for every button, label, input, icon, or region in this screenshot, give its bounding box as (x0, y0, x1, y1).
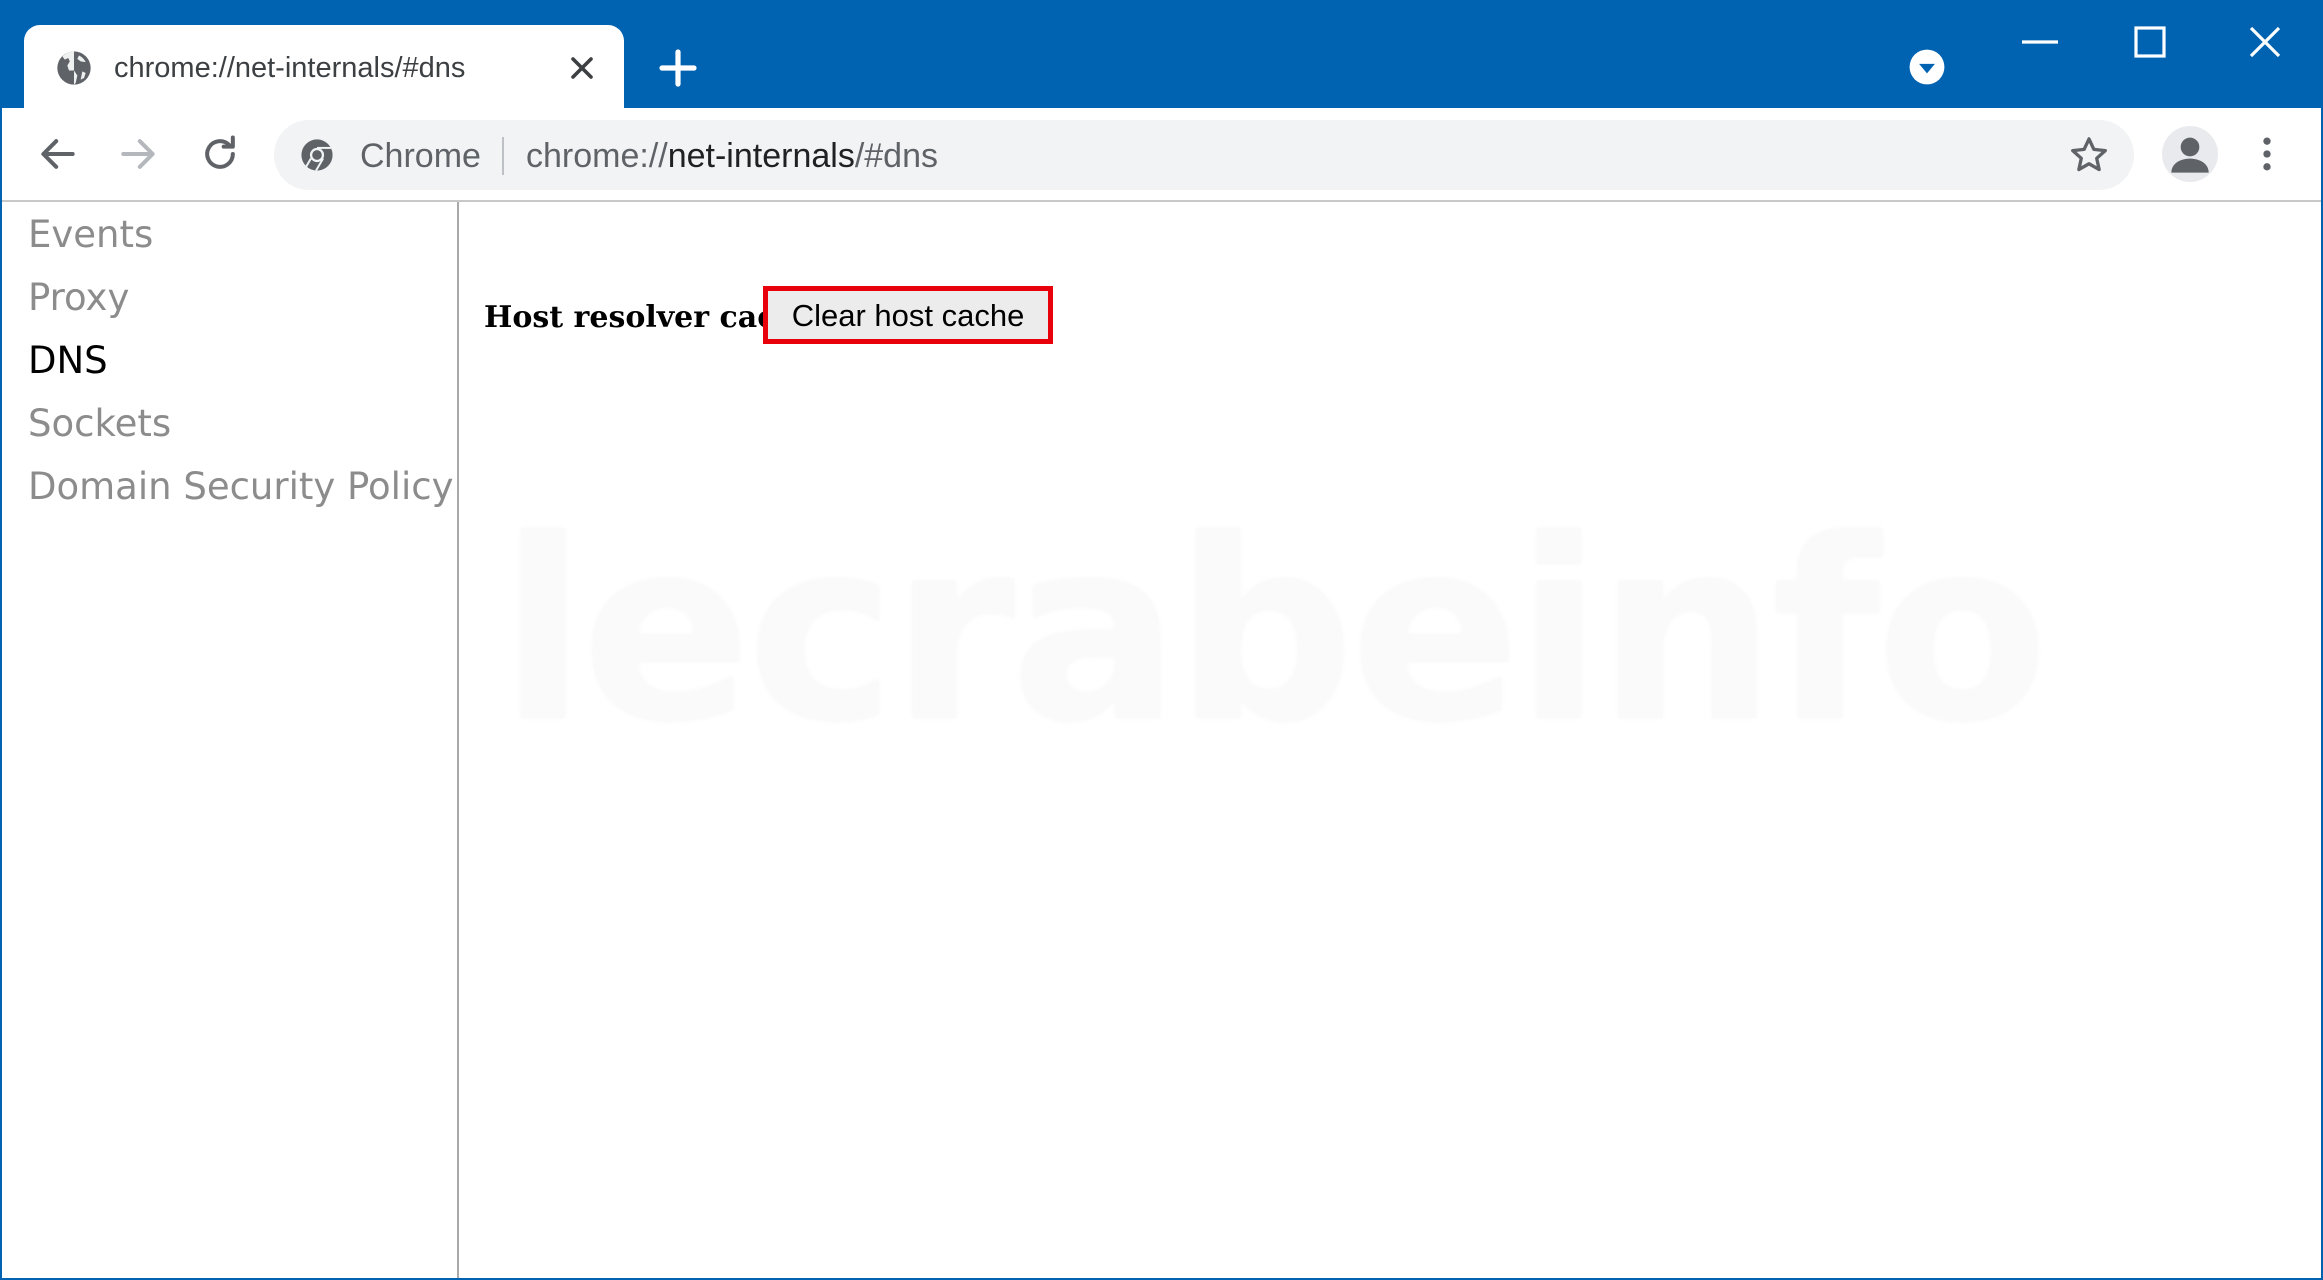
main-panel: lecrabeinfo Host resolver cache Clear ho… (460, 202, 2321, 1278)
page-content: Events Proxy DNS Sockets Domain Security… (2, 202, 2321, 1278)
close-tab-icon[interactable] (564, 50, 600, 86)
omnibox-separator (502, 137, 504, 175)
maximize-icon[interactable] (2120, 16, 2180, 68)
toolbar: Chrome chrome://net-internals/#dns (2, 108, 2321, 202)
chrome-logo-icon (301, 139, 333, 172)
new-tab-icon[interactable] (654, 44, 702, 92)
sidebar: Events Proxy DNS Sockets Domain Security… (2, 202, 459, 1278)
tab-title: chrome://net-internals/#dns (114, 52, 466, 84)
url-host: net-internals (667, 137, 855, 175)
sidebar-item-proxy[interactable]: Proxy (28, 275, 129, 321)
sidebar-item-dns[interactable]: DNS (28, 338, 108, 384)
bookmark-star-icon[interactable] (2068, 134, 2110, 176)
url-text[interactable]: chrome://net-internals/#dns (526, 136, 938, 176)
sidebar-item-events[interactable]: Events (28, 212, 153, 258)
tab-search-icon[interactable] (1908, 48, 1946, 86)
minimize-icon[interactable] (2010, 16, 2070, 68)
watermark: lecrabeinfo (500, 486, 2048, 777)
url-path: /#dns (854, 137, 939, 175)
person-icon (2171, 137, 2209, 173)
close-window-icon[interactable] (2235, 16, 2295, 68)
address-bar[interactable]: Chrome chrome://net-internals/#dns (274, 120, 2134, 190)
tab-strip: chrome://net-internals/#dns (2, 2, 2321, 110)
sidebar-item-sockets[interactable]: Sockets (28, 401, 171, 447)
active-tab[interactable]: chrome://net-internals/#dns (24, 25, 624, 110)
sidebar-item-domain-security-policy[interactable]: Domain Security Policy (28, 464, 453, 510)
reload-icon[interactable] (198, 132, 242, 176)
omnibox-origin-label: Chrome (360, 137, 481, 175)
browser-window: chrome://net-internals/#dns Chrome chrom… (0, 0, 2323, 1280)
clear-host-cache-button[interactable]: Clear host cache (763, 286, 1053, 344)
url-scheme: chrome:// (526, 137, 668, 175)
back-arrow-icon[interactable] (36, 132, 80, 176)
globe-icon (57, 51, 91, 85)
forward-arrow-icon[interactable] (116, 132, 160, 176)
profile-avatar[interactable] (2162, 126, 2218, 182)
menu-dots-icon[interactable] (2252, 132, 2282, 176)
